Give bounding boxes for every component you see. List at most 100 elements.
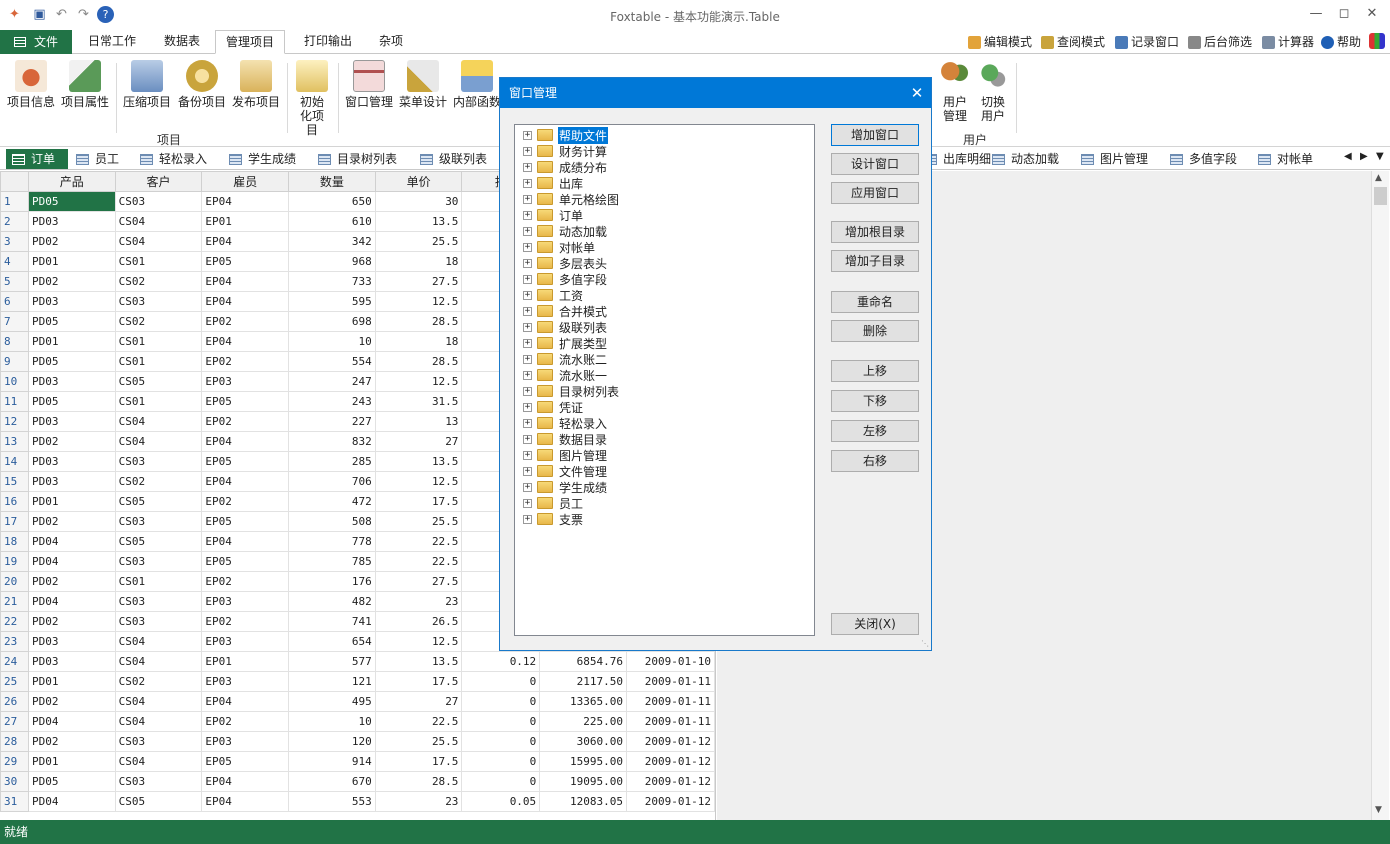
row-number[interactable]: 15 [0, 471, 29, 492]
table-cell[interactable]: CS04 [114, 711, 203, 732]
table-cell[interactable]: EP05 [201, 391, 290, 412]
tab-misc[interactable]: 杂项 [369, 30, 413, 54]
table-cell[interactable]: 27 [374, 431, 463, 452]
row-number[interactable]: 7 [0, 311, 29, 332]
table-cell[interactable]: 0 [461, 711, 541, 732]
window-tab[interactable]: 多值字段 [1164, 149, 1243, 169]
window-tab[interactable]: 学生成绩 [223, 149, 302, 169]
table-cell[interactable]: CS02 [114, 271, 203, 292]
table-cell[interactable]: EP02 [201, 491, 290, 512]
table-cell[interactable]: 17.5 [374, 491, 463, 512]
tree-node-label[interactable]: 订单 [558, 207, 584, 224]
table-cell[interactable]: CS03 [114, 511, 203, 532]
expand-icon[interactable]: + [523, 162, 532, 172]
user-manage-button[interactable]: 用户管理 [934, 60, 976, 123]
expand-icon[interactable]: + [523, 322, 532, 332]
row-number[interactable]: 14 [0, 451, 29, 472]
help-button[interactable]: 帮助 [1321, 32, 1361, 52]
close-icon[interactable]: ✕ [1362, 5, 1382, 23]
tree-node[interactable]: + 动态加载 [523, 223, 608, 239]
table-cell[interactable]: 30 [374, 191, 463, 212]
row-number[interactable]: 18 [0, 531, 29, 552]
table-cell[interactable]: CS05 [114, 531, 203, 552]
window-tab[interactable]: 级联列表 [414, 149, 493, 169]
table-cell[interactable]: EP01 [201, 651, 290, 672]
table-cell[interactable]: PD02 [27, 271, 116, 292]
table-cell[interactable]: 577 [288, 651, 376, 672]
row-number[interactable]: 11 [0, 391, 29, 412]
table-cell[interactable]: 28.5 [374, 311, 463, 332]
expand-icon[interactable]: + [523, 130, 532, 140]
tab-scroll-right-icon[interactable]: ▶ [1360, 151, 1368, 162]
table-cell[interactable]: 2009-01-12 [626, 771, 715, 792]
table-cell[interactable]: EP02 [201, 611, 290, 632]
expand-icon[interactable]: + [523, 450, 532, 460]
table-cell[interactable]: EP04 [201, 331, 290, 352]
row-number[interactable]: 6 [0, 291, 29, 312]
table-cell[interactable]: PD05 [27, 771, 116, 792]
row-number[interactable]: 31 [0, 791, 29, 812]
tab-list-dropdown-icon[interactable]: ▼ [1376, 151, 1384, 162]
tree-node[interactable]: + 级联列表 [523, 319, 608, 335]
table-cell[interactable]: EP04 [201, 791, 290, 812]
tree-node[interactable]: + 成绩分布 [523, 159, 608, 175]
expand-icon[interactable]: + [523, 498, 532, 508]
table-cell[interactable]: CS03 [114, 611, 203, 632]
expand-icon[interactable]: + [523, 226, 532, 236]
table-cell[interactable]: PD03 [27, 371, 116, 392]
delete-button[interactable]: 删除 [831, 320, 919, 342]
table-cell[interactable]: 554 [288, 351, 376, 372]
row-number[interactable]: 21 [0, 591, 29, 612]
table-cell[interactable]: 472 [288, 491, 376, 512]
row-number[interactable]: 8 [0, 331, 29, 352]
column-header[interactable]: 客户 [114, 171, 203, 192]
expand-icon[interactable]: + [523, 370, 532, 380]
table-cell[interactable]: CS03 [114, 191, 203, 212]
table-cell[interactable]: PD05 [27, 351, 116, 372]
table-cell[interactable]: EP04 [201, 291, 290, 312]
table-cell[interactable]: 22.5 [374, 551, 463, 572]
table-cell[interactable]: EP05 [201, 751, 290, 772]
expand-icon[interactable]: + [523, 466, 532, 476]
table-cell[interactable]: PD02 [27, 231, 116, 252]
window-tab[interactable]: 目录树列表 [312, 149, 403, 169]
table-cell[interactable]: 2009-01-11 [626, 671, 715, 692]
table-cell[interactable]: 778 [288, 531, 376, 552]
move-up-button[interactable]: 上移 [831, 360, 919, 382]
vertical-scrollbar[interactable]: ▲ ▼ [1371, 171, 1389, 820]
read-mode-button[interactable]: 查阅模式 [1041, 32, 1105, 52]
table-cell[interactable]: PD02 [27, 431, 116, 452]
tree-node-label[interactable]: 单元格绘图 [558, 191, 620, 208]
table-cell[interactable]: CS01 [114, 571, 203, 592]
table-cell[interactable]: 670 [288, 771, 376, 792]
corner-header[interactable] [0, 171, 29, 192]
table-cell[interactable]: 12.5 [374, 291, 463, 312]
table-cell[interactable]: 27.5 [374, 271, 463, 292]
background-filter-button[interactable]: 后台筛选 [1188, 32, 1252, 52]
column-header[interactable]: 雇员 [201, 171, 290, 192]
users-color-icon[interactable] [1369, 33, 1385, 49]
table-cell[interactable]: 13 [374, 411, 463, 432]
tree-node-label[interactable]: 文件管理 [558, 463, 608, 480]
column-header[interactable]: 产品 [27, 171, 116, 192]
tab-manage-project[interactable]: 管理项目 [215, 30, 286, 54]
row-number[interactable]: 9 [0, 351, 29, 372]
move-left-button[interactable]: 左移 [831, 420, 919, 442]
table-cell[interactable]: 27 [374, 691, 463, 712]
table-cell[interactable]: EP04 [201, 191, 290, 212]
tab-scroll-left-icon[interactable]: ◀ [1344, 151, 1352, 162]
expand-icon[interactable]: + [523, 418, 532, 428]
tree-node-label[interactable]: 财务计算 [558, 143, 608, 160]
table-cell[interactable]: EP03 [201, 731, 290, 752]
table-cell[interactable]: PD01 [27, 751, 116, 772]
expand-icon[interactable]: + [523, 194, 532, 204]
table-cell[interactable]: 227 [288, 411, 376, 432]
row-number[interactable]: 16 [0, 491, 29, 512]
table-cell[interactable]: EP05 [201, 451, 290, 472]
table-cell[interactable]: EP03 [201, 671, 290, 692]
table-cell[interactable]: CS04 [114, 651, 203, 672]
table-cell[interactable]: CS03 [114, 591, 203, 612]
row-number[interactable]: 3 [0, 231, 29, 252]
add-window-button[interactable]: 增加窗口 [831, 124, 919, 146]
table-cell[interactable]: PD03 [27, 631, 116, 652]
